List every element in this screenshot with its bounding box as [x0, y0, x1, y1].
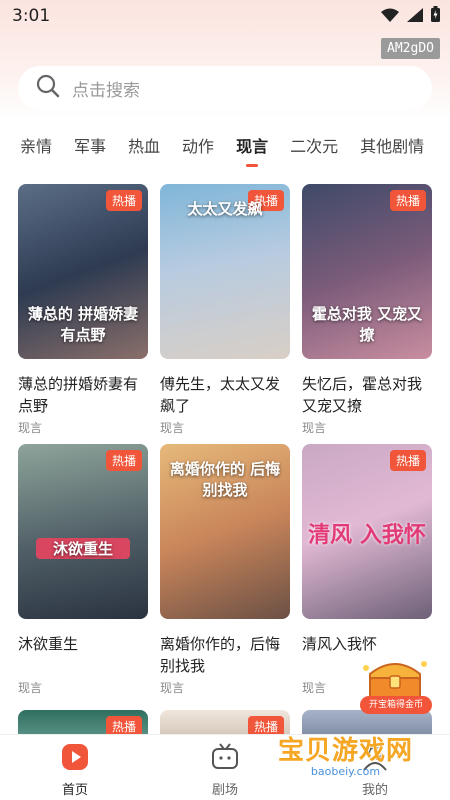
drama-title[interactable]: 失忆后，霍总对我又宠又撩	[302, 373, 432, 417]
tab-xianyan[interactable]: 现言	[236, 133, 268, 167]
tab-junshi[interactable]: 军事	[74, 133, 106, 163]
search-icon	[36, 74, 60, 102]
drama-title[interactable]: 薄总的拼婚娇妻有点野	[18, 373, 148, 417]
category-tabs: 亲情 军事 热血 动作 现言 二次元 其他剧情	[0, 128, 450, 168]
search-bar[interactable]: 点击搜索	[18, 66, 432, 110]
tab-erciyuan[interactable]: 二次元	[290, 133, 338, 163]
search-placeholder: 点击搜索	[72, 80, 140, 101]
signal-icon	[407, 7, 423, 26]
battery-icon	[431, 6, 440, 26]
drama-poster[interactable]: 热播 薄总的 拼婚娇妻有点野	[18, 184, 148, 359]
nav-theater-label: 剧场	[211, 783, 238, 798]
play-icon	[61, 743, 89, 775]
drama-card[interactable]: 热播 沐欲重生 沐欲重生 现言	[18, 444, 148, 696]
treasure-chest-label[interactable]: 开宝箱得金币	[360, 696, 432, 714]
drama-card[interactable]: 热播 霍总对我 又宠又撩 失忆后，霍总对我又宠又撩 现言	[302, 184, 432, 436]
drama-card[interactable]: 热播 薄总的 拼婚娇妻有点野 薄总的拼婚娇妻有点野 现言	[18, 184, 148, 436]
status-icons	[381, 6, 440, 26]
device-id-label: AM2gDO	[381, 38, 440, 59]
wifi-icon	[381, 7, 399, 26]
hot-badge: 热播	[105, 450, 142, 471]
poster-caption: 清风 入我怀	[308, 522, 426, 548]
drama-poster[interactable]: 离婚你作的 后悔别找我	[160, 444, 290, 619]
nav-theater[interactable]: 剧场	[175, 743, 275, 798]
drama-grid: 热播 薄总的 拼婚娇妻有点野 薄总的拼婚娇妻有点野 现言 热播 太太又发飙 傅先…	[18, 184, 432, 696]
drama-poster[interactable]: 热播 清风 入我怀	[302, 444, 432, 619]
poster-caption: 薄总的 拼婚娇妻有点野	[27, 305, 139, 344]
tab-qita[interactable]: 其他剧情	[360, 133, 424, 163]
status-bar: 3:01	[0, 0, 450, 32]
drama-title[interactable]: 离婚你作的，后悔别找我	[160, 633, 290, 677]
treasure-chest-icon	[363, 661, 427, 701]
drama-genre: 现言	[160, 681, 185, 695]
site-watermark-name: 宝贝游戏网	[278, 736, 414, 766]
drama-genre: 现言	[18, 681, 43, 695]
hot-badge: 热播	[389, 450, 426, 471]
hot-badge: 热播	[389, 190, 426, 211]
nav-home-label: 首页	[61, 783, 88, 798]
status-time: 3:01	[12, 6, 51, 26]
drama-genre: 现言	[302, 421, 327, 435]
drama-genre: 现言	[18, 421, 43, 435]
tab-qinqing[interactable]: 亲情	[20, 133, 52, 163]
drama-genre: 现言	[160, 421, 185, 435]
nav-mine-label: 我的	[361, 783, 388, 798]
drama-card[interactable]: 离婚你作的 后悔别找我 离婚你作的，后悔别找我 现言	[160, 444, 290, 696]
poster-caption: 沐欲重生	[36, 538, 130, 559]
nav-home[interactable]: 首页	[25, 743, 125, 798]
hot-badge: 热播	[105, 190, 142, 211]
tab-rexue[interactable]: 热血	[128, 133, 160, 163]
drama-poster[interactable]: 热播 霍总对我 又宠又撩	[302, 184, 432, 359]
drama-poster[interactable]: 热播 太太又发飙	[160, 184, 290, 359]
drama-title[interactable]: 沐欲重生	[18, 633, 148, 677]
poster-caption: 太太又发飙	[187, 200, 263, 218]
tab-dongzuo[interactable]: 动作	[182, 133, 214, 163]
poster-caption: 离婚你作的 后悔别找我	[169, 460, 281, 499]
drama-card[interactable]: 热播 太太又发飙 傅先生，太太又发飙了 现言	[160, 184, 290, 436]
poster-caption: 霍总对我 又宠又撩	[311, 305, 423, 344]
drama-poster[interactable]: 热播 沐欲重生	[18, 444, 148, 619]
tv-icon	[211, 743, 239, 775]
drama-title[interactable]: 傅先生，太太又发飙了	[160, 373, 290, 417]
site-watermark: 宝贝游戏网 baobeiy.com	[278, 730, 413, 778]
